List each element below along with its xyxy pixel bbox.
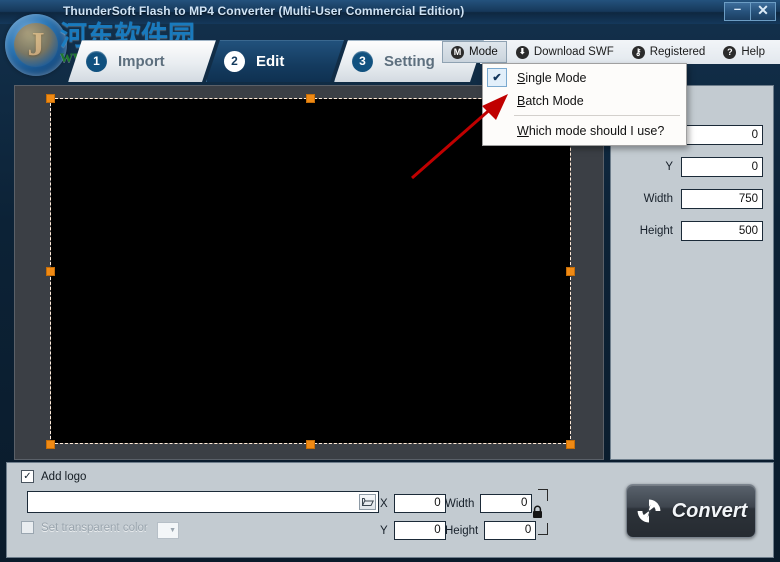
menu-item-batch-mode[interactable]: Batch Mode xyxy=(483,89,686,112)
tab-edit[interactable]: 2 Edit xyxy=(206,40,344,82)
lock-bracket-top xyxy=(538,489,548,501)
logo-x-label: X xyxy=(380,497,388,510)
aspect-ratio-lock[interactable] xyxy=(528,489,548,535)
crop-handle-bottom-right[interactable] xyxy=(566,440,575,449)
crop-width-row: Width 750 xyxy=(644,189,763,209)
tab-import[interactable]: 1 Import xyxy=(68,40,216,82)
logo-width-input[interactable]: 0 xyxy=(480,494,533,513)
menu-item-label: atch Mode xyxy=(525,93,584,108)
crop-width-label: Width xyxy=(643,193,673,205)
menu-check-icon: ✔ xyxy=(487,68,507,87)
download-swf-button[interactable]: ⬇ Download SWF xyxy=(507,41,623,63)
help-button[interactable]: ? Help xyxy=(714,41,774,63)
logo-width-label: Width xyxy=(445,497,475,510)
mode-dropdown-menu: ✔ Single Mode Batch Mode Which mode shou… xyxy=(482,63,687,146)
crop-x-input[interactable]: 0 xyxy=(681,125,763,145)
add-logo-checkbox[interactable]: ✓ xyxy=(21,470,34,483)
minimize-icon: – xyxy=(733,1,742,16)
help-icon: ? xyxy=(723,45,737,59)
logo-height-row: Height 0 xyxy=(445,521,537,540)
lock-bracket-bottom xyxy=(538,523,548,535)
menu-item-which-mode-help[interactable]: Which mode should I use? xyxy=(483,119,686,142)
crop-height-input[interactable]: 500 xyxy=(681,221,763,241)
menu-item-single-mode[interactable]: ✔ Single Mode xyxy=(483,66,686,89)
add-logo-label: Add logo xyxy=(41,470,87,483)
crop-handle-middle-right[interactable] xyxy=(566,267,575,276)
tab-label: Setting xyxy=(384,52,435,70)
convert-button-label: Convert xyxy=(671,499,748,522)
mode-icon: M xyxy=(451,45,465,59)
crop-handle-bottom-center[interactable] xyxy=(306,440,315,449)
menu-separator xyxy=(514,115,680,116)
set-transparent-color-checkbox[interactable] xyxy=(21,521,34,534)
crop-y-label: Y xyxy=(665,161,673,173)
crop-height-row: Height 500 xyxy=(640,221,763,241)
download-swf-label: Download SWF xyxy=(533,46,614,58)
menu-item-mnemonic: W xyxy=(517,123,529,138)
logo-x-row: X 0 xyxy=(380,494,446,513)
menu-item-label: hich mode should I use? xyxy=(528,123,665,138)
logo-width-row: Width 0 xyxy=(445,494,533,513)
crop-width-input[interactable]: 750 xyxy=(681,189,763,209)
menu-item-label: ingle Mode xyxy=(525,70,587,85)
crop-handle-top-center[interactable] xyxy=(306,94,315,103)
close-button[interactable]: ✕ xyxy=(750,2,776,21)
crop-height-label: Height xyxy=(639,225,673,237)
minimize-button[interactable]: – xyxy=(724,1,750,21)
title-bar: ThunderSoft Flash to MP4 Converter (Mult… xyxy=(0,0,780,24)
logo-y-row: Y 0 xyxy=(380,521,446,540)
transparent-color-picker[interactable]: ▼ xyxy=(157,522,179,539)
crop-y-row: Y 0 xyxy=(665,157,763,177)
crop-handle-bottom-left[interactable] xyxy=(46,440,55,449)
close-icon: ✕ xyxy=(757,2,769,18)
mode-button[interactable]: M Mode xyxy=(442,41,507,63)
top-toolbar: M Mode ⬇ Download SWF ⚷ Registered ? Hel… xyxy=(442,41,774,63)
tab-number: 2 xyxy=(224,50,245,72)
crop-y-input[interactable]: 0 xyxy=(681,157,763,177)
tab-label: Import xyxy=(118,52,165,70)
window-controls: – ✕ xyxy=(724,1,776,21)
help-label: Help xyxy=(741,46,765,58)
chevron-down-icon: ▼ xyxy=(169,527,176,534)
logo-height-label: Height xyxy=(445,524,479,537)
crop-handle-top-left[interactable] xyxy=(46,94,55,103)
tab-number: 3 xyxy=(352,50,373,72)
crop-handle-middle-left[interactable] xyxy=(46,267,55,276)
logo-x-input[interactable]: 0 xyxy=(393,494,446,513)
download-icon: ⬇ xyxy=(515,45,529,59)
convert-refresh-icon xyxy=(637,499,661,523)
mode-button-label: Mode xyxy=(469,46,498,58)
logo-y-input[interactable]: 0 xyxy=(393,521,446,540)
tab-label: Edit xyxy=(256,52,285,70)
browse-folder-button[interactable] xyxy=(359,494,376,510)
tab-number: 1 xyxy=(86,50,107,72)
lock-icon xyxy=(533,505,542,518)
registered-label: Registered xyxy=(649,46,706,58)
application-window: ThunderSoft Flash to MP4 Converter (Mult… xyxy=(0,0,780,562)
registered-button[interactable]: ⚷ Registered xyxy=(623,41,715,63)
convert-button[interactable]: Convert xyxy=(626,484,756,538)
set-transparent-color-row[interactable]: Set transparent color xyxy=(21,521,148,534)
window-title: ThunderSoft Flash to MP4 Converter (Mult… xyxy=(63,4,465,18)
folder-open-icon xyxy=(361,498,374,506)
logo-path-input[interactable] xyxy=(27,491,379,513)
add-logo-row[interactable]: ✓ Add logo xyxy=(21,470,86,483)
crop-selection-rect[interactable] xyxy=(50,98,571,444)
key-icon: ⚷ xyxy=(631,45,645,59)
logo-y-label: Y xyxy=(380,524,388,537)
set-transparent-color-label: Set transparent color xyxy=(41,521,148,534)
